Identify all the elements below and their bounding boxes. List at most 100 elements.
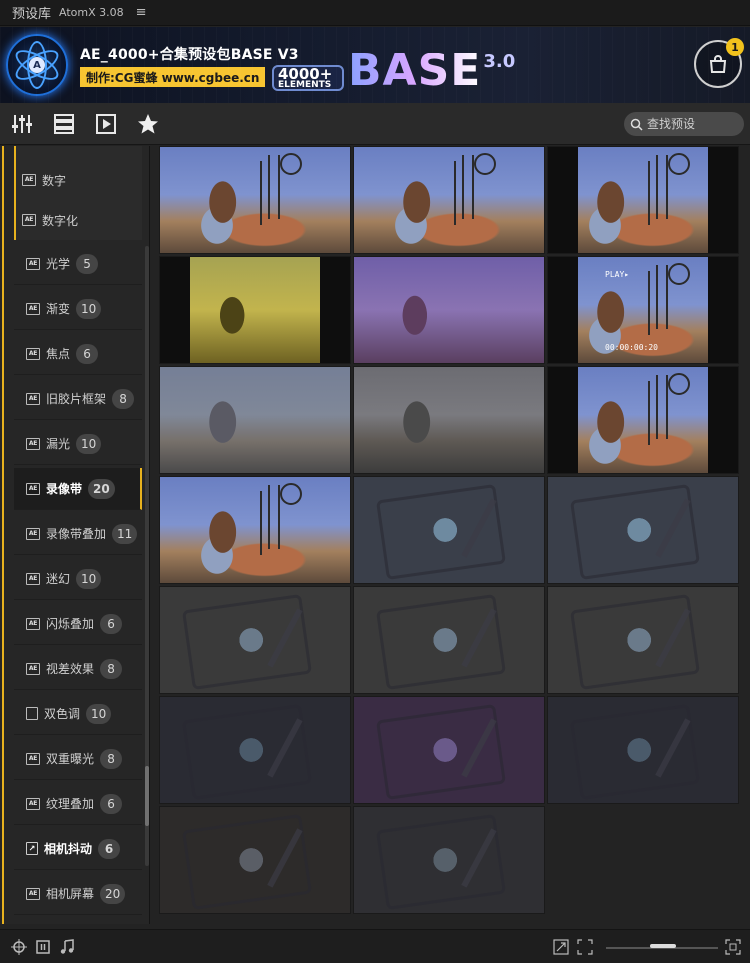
toolbar — [0, 103, 750, 145]
category-label: 迷幻 — [46, 572, 71, 586]
category-item[interactable]: AE 焦点 6 — [14, 333, 142, 375]
base-word: BASE — [348, 45, 482, 96]
preset-thumbnail[interactable] — [159, 146, 351, 254]
zoom-slider-thumb[interactable] — [650, 944, 676, 948]
shortcut-file-icon: ↗ — [26, 842, 38, 855]
category-item[interactable]: 双色调 10 — [14, 693, 142, 735]
subcategory-item[interactable]: AE 数字 — [22, 160, 66, 200]
hamburger-icon[interactable]: ≡ — [136, 5, 147, 20]
subcategory-item[interactable]: AE 数字化 — [22, 200, 78, 240]
category-item[interactable]: AE 漏光 10 — [14, 423, 142, 465]
preset-thumbnail[interactable] — [159, 696, 351, 804]
preset-thumbnail[interactable] — [159, 586, 351, 694]
preset-thumbnail[interactable] — [547, 366, 739, 474]
preset-thumbnail[interactable] — [353, 696, 545, 804]
ae-file-icon: AE — [26, 662, 40, 675]
category-item[interactable]: AE 旧胶片框架 8 — [14, 378, 142, 420]
sidebar-scrollbar-thumb[interactable] — [145, 766, 149, 826]
category-count: 11 — [112, 523, 138, 544]
ae-file-icon: AE — [26, 527, 40, 540]
preset-thumbnail[interactable] — [547, 696, 739, 804]
category-label: 录像带叠加 — [46, 527, 107, 541]
preset-thumbnail[interactable] — [547, 476, 739, 584]
ae-file-icon: AE — [26, 437, 40, 450]
target-icon[interactable] — [10, 938, 28, 956]
category-item[interactable]: AE 录像带叠加 11 — [14, 513, 142, 555]
category-count: 6 — [100, 793, 123, 814]
category-count: 10 — [76, 568, 102, 589]
preset-thumbnail[interactable] — [353, 256, 545, 364]
list-icon[interactable] — [52, 112, 76, 136]
preset-thumbnail[interactable] — [353, 476, 545, 584]
play-file-icon[interactable] — [94, 112, 118, 136]
category-count: 6 — [98, 838, 121, 859]
category-count: 6 — [100, 613, 123, 634]
document-icon — [26, 707, 38, 720]
preset-thumbnail[interactable] — [159, 366, 351, 474]
base-version: 3.0 — [483, 51, 516, 72]
expand-icon[interactable] — [552, 938, 570, 956]
preset-thumbnail[interactable] — [159, 256, 351, 364]
elements-count: 4000+ — [278, 65, 333, 83]
osd-timecode: 00:00:00:20 — [605, 343, 658, 353]
ae-file-icon: AE — [26, 797, 40, 810]
category-sidebar: AE 数字 AE 数字化 AE 光学 5 AE 渐变 10 AE 焦点 6 AE 旧胶片框架 8… — [0, 146, 150, 924]
category-item[interactable]: AE 相机屏幕 20 — [14, 873, 142, 915]
preset-thumbnail[interactable] — [353, 806, 545, 914]
music-note-icon[interactable] — [58, 938, 76, 956]
pause-icon[interactable] — [34, 938, 52, 956]
category-item[interactable]: AE 迷幻 10 — [14, 558, 142, 600]
preset-thumbnail[interactable] — [159, 476, 351, 584]
category-item[interactable]: AE 视差效果 8 — [14, 648, 142, 690]
ae-file-icon: AE — [26, 482, 40, 495]
category-item[interactable]: AE 光学 5 — [14, 243, 142, 285]
ae-file-icon: AE — [26, 752, 40, 765]
category-label: 旧胶片框架 — [46, 392, 107, 406]
sliders-icon[interactable] — [10, 112, 34, 136]
title-bar: 预设库 AtomX 3.08 ≡ — [0, 0, 750, 26]
category-count: 8 — [112, 388, 135, 409]
ae-file-icon: AE — [26, 392, 40, 405]
status-bar — [0, 929, 750, 963]
ae-file-icon: AE — [26, 302, 40, 315]
shopping-bag-icon — [709, 55, 727, 73]
preset-thumbnail[interactable] — [353, 586, 545, 694]
maker-label: 制作:CG蜜蜂 www.cgbee.cn — [80, 67, 266, 87]
elements-label: ELEMENTS — [278, 80, 332, 90]
category-item[interactable]: AE 渐变 10 — [14, 288, 142, 330]
preset-thumbnail[interactable] — [547, 146, 739, 254]
category-item[interactable]: AE 双重曝光 8 — [14, 738, 142, 780]
fullscreen-icon[interactable] — [724, 938, 742, 956]
preset-thumbnail[interactable] — [159, 806, 351, 914]
category-label: 纹理叠加 — [46, 797, 95, 811]
category-label: 录像带 — [46, 482, 83, 496]
category-count: 8 — [100, 658, 123, 679]
subcategory-label: 数字化 — [42, 213, 79, 228]
category-label: 闪烁叠加 — [46, 617, 95, 631]
category-count: 10 — [76, 298, 102, 319]
category-item-active[interactable]: AE 录像带 20 — [14, 468, 142, 510]
preset-thumbnail[interactable] — [547, 586, 739, 694]
logo-letter: A — [29, 57, 45, 73]
ae-file-icon: AE — [26, 617, 40, 630]
fit-icon[interactable] — [576, 938, 594, 956]
category-item[interactable]: AE 闪烁叠加 6 — [14, 603, 142, 645]
category-label: 相机抖动 — [44, 842, 93, 856]
category-item[interactable]: AE 纹理叠加 6 — [14, 783, 142, 825]
preset-thumbnail[interactable]: PLAY▸ 00:00:00:20 — [547, 256, 739, 364]
category-label: 渐变 — [46, 302, 71, 316]
sidebar-accent — [2, 146, 4, 924]
osd-play-text: PLAY▸ — [605, 269, 630, 279]
search-box[interactable] — [624, 112, 744, 136]
search-input[interactable] — [647, 117, 739, 131]
category-count: 20 — [88, 478, 115, 499]
star-icon[interactable] — [136, 112, 160, 136]
category-label: 光学 — [46, 257, 71, 271]
preset-thumbnail[interactable] — [353, 366, 545, 474]
category-label: 双重曝光 — [46, 752, 95, 766]
promo-banner[interactable]: A AE_4000+合集预设包BASE V3 制作:CG蜜蜂 www.cgbee… — [0, 27, 750, 103]
banner-title: AE_4000+合集预设包BASE V3 — [80, 47, 299, 63]
cart-button[interactable]: 1 — [694, 38, 744, 88]
category-item[interactable]: ↗ 相机抖动 6 — [14, 828, 142, 870]
preset-thumbnail[interactable] — [353, 146, 545, 254]
